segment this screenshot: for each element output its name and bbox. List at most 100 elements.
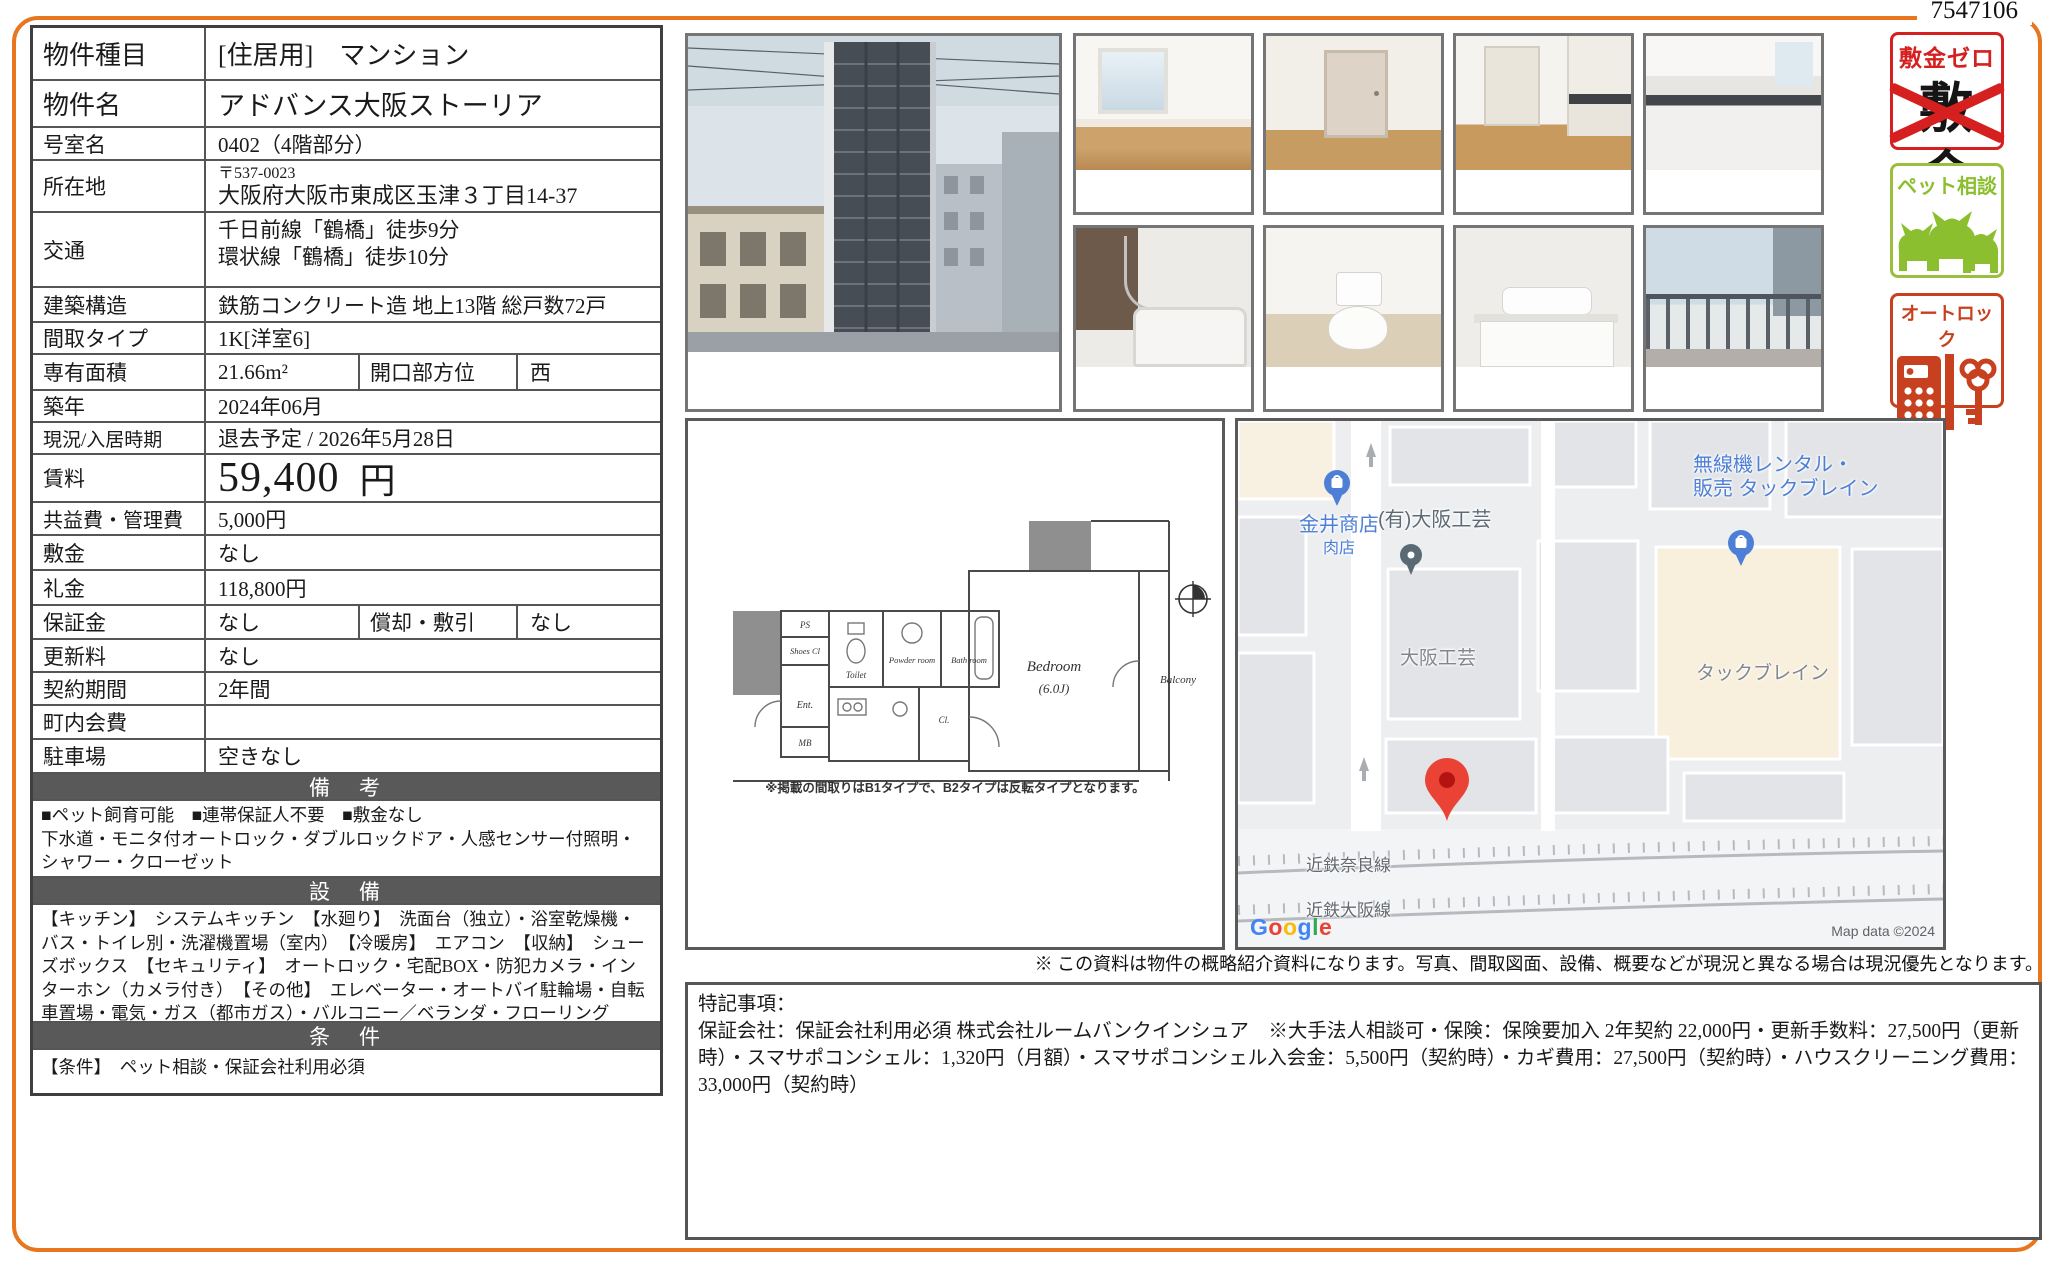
row-label: 号室名 [33, 128, 206, 159]
table-row-transport: 交通 千日前線「鶴橋」徒歩9分 環状線「鶴橋」徒歩10分 [33, 213, 660, 288]
balcony-floor-shape [1646, 349, 1821, 367]
property-info-table: 物件種目 [住居用] マンション 物件名 アドバンス大阪ストーリア 号室名 04… [30, 25, 663, 1096]
empty-room-art [1076, 36, 1251, 170]
table-row-area: 専有面積 21.66m² 開口部方位 西 [33, 355, 660, 391]
room-label: Toilet [846, 670, 867, 680]
cabinet-shape [1567, 36, 1631, 136]
row-label: 共益費・管理費 [33, 503, 206, 534]
map-label-railway-nara: 近鉄奈良線 [1306, 851, 1391, 876]
floorplan-drawing: PS Shoes Cl Ent. MB Toilet Powder room B… [688, 421, 1222, 947]
amortization-value: なし [518, 606, 660, 638]
photo-balcony-view [1643, 225, 1824, 412]
railing-shape [1646, 294, 1821, 349]
badge-pet-title: ペット相談 [1893, 170, 2001, 199]
table-row-address: 所在地 〒537-0023 大阪府大阪市東成区玉津３丁目14-37 [33, 161, 660, 213]
row-value: [住居用] マンション [206, 28, 660, 79]
row-label: 物件名 [33, 81, 206, 126]
door-shape [1324, 50, 1388, 138]
window-shape [1775, 42, 1813, 86]
poi-name-line2: 販売 タックブレイン [1693, 477, 1879, 501]
balcony-art [1646, 228, 1821, 367]
kitchen-corridor-art [1456, 36, 1631, 170]
disclaimer-note: ※ この資料は物件の概略紹介資料になります。写真、間取図面、設備、概要などが現況… [1035, 950, 2043, 976]
dogs-icon [1895, 201, 1999, 275]
table-row-rent: 賃料 59,400 円 [33, 455, 660, 503]
table-row-renewal-fee: 更新料 なし [33, 640, 660, 673]
document-number: 7547106 [1917, 0, 2033, 25]
row-label: 駐車場 [33, 740, 206, 772]
row-label: 礼金 [33, 571, 206, 604]
hallway-art [1266, 36, 1441, 170]
toilet-bowl-shape [1328, 306, 1388, 350]
row-label: 専有面積 [33, 355, 206, 389]
special-notes-body: 保証会社：保証会社利用必須 株式会社ルームバンクインシュア ※大手法人相談可・保… [698, 1018, 2029, 1099]
guarantee-value: なし [206, 606, 358, 638]
section-notes-body: ■ペット飼育可能 ■連帯保証人不要 ■敷金なし 下水道・モニタ付オートロック・ダ… [33, 801, 660, 878]
badge-no-deposit-title: 敷金ゼロ [1893, 39, 2001, 73]
row-label: 現況/入居時期 [33, 423, 206, 453]
photo-bathroom [1073, 225, 1254, 412]
row-value: 2024年06月 [206, 391, 660, 421]
special-notes-box: 特記事項： 保証会社：保証会社利用必須 株式会社ルームバンクインシュア ※大手法… [685, 982, 2042, 1240]
room-label: Cl. [939, 715, 950, 725]
table-row-town-fee: 町内会費 [33, 706, 660, 740]
area-value: 21.66m² [206, 355, 358, 389]
window-shape [1098, 48, 1168, 114]
property-name: アドバンス大阪ストーリア [206, 81, 660, 126]
map-label-musenki: 無線機レンタル・ 販売 タックブレイン [1693, 453, 1879, 501]
photo-kitchen [1643, 33, 1824, 215]
row-value: なし [206, 640, 660, 671]
section-header-conditions: 条 件 [33, 1023, 660, 1050]
table-row-built-year: 築年 2024年06月 [33, 391, 660, 423]
row-label: 所在地 [33, 161, 206, 211]
row-label: 賃料 [33, 455, 206, 501]
row-value: 2年間 [206, 673, 660, 704]
special-notes-title: 特記事項： [698, 991, 2029, 1018]
floorplan-note: ※掲載の間取りはB1タイプで、B2タイプは反転タイプとなります。 [698, 777, 1212, 796]
map-label-osaka-kogei-yu: (有)大阪工芸 [1378, 503, 1491, 532]
photo-hallway-door [1263, 33, 1444, 215]
poi-subtitle: 肉店 [1284, 537, 1394, 561]
key-icon [1962, 361, 1994, 389]
room-label: Bath room [951, 655, 987, 665]
address-text: 大阪府大阪市東成区玉津３丁目14-37 [218, 183, 577, 208]
section-equipment-body: 【キッチン】 システムキッチン 【水廻り】 洗面台（独立）・浴室乾燥機・バス・ト… [33, 905, 660, 1023]
section-header-equipment: 設 備 [33, 878, 660, 905]
row-label: 敷金 [33, 536, 206, 569]
notes-line-1: ■ペット飼育可能 ■連帯保証人不要 ■敷金なし [41, 804, 652, 828]
row-value: 1K[洋室6] [206, 323, 660, 353]
room-label: Bedroom [1027, 659, 1082, 675]
row-value: なし [206, 536, 660, 569]
poi-name-line1: 無線機レンタル・ [1693, 453, 1879, 477]
rent-cell: 59,400 円 [206, 455, 660, 501]
table-row-property-name: 物件名 アドバンス大阪ストーリア [33, 81, 660, 128]
room-label: Balcony [1160, 674, 1196, 686]
row-value: 0402（4階部分） [206, 128, 660, 159]
vanity-shape [1480, 321, 1614, 367]
notes-line-2: 下水道・モニタ付オートロック・ダブルロックドア・人感センサー付照明・シャワー・ク… [41, 828, 652, 875]
row-value [206, 706, 660, 738]
google-logo: Google [1250, 914, 1332, 941]
table-row-common-fee: 共益費・管理費 5,000円 [33, 503, 660, 536]
row-label: 保証金 [33, 606, 206, 638]
door-shape [1484, 46, 1540, 126]
photo-toilet [1263, 225, 1444, 412]
rent-unit: 円 [360, 452, 396, 504]
row-label: 物件種目 [33, 28, 206, 79]
room-label: Ent. [796, 700, 813, 711]
postal-code: 〒537-0023 [218, 165, 295, 183]
row-label: 築年 [33, 391, 206, 421]
table-row-property-type: 物件種目 [住居用] マンション [33, 28, 660, 81]
row-value: 空きなし [206, 740, 660, 772]
table-row-layout-type: 間取タイプ 1K[洋室6] [33, 323, 660, 355]
table-row-parking: 駐車場 空きなし [33, 740, 660, 774]
opening-direction-value: 西 [518, 355, 660, 389]
badge-autolock-title: オートロック [1893, 300, 2001, 352]
washbasin-art [1456, 228, 1631, 367]
basin-shape [1502, 287, 1592, 315]
row-value: 千日前線「鶴橋」徒歩9分 環状線「鶴橋」徒歩10分 [206, 213, 660, 286]
row-value: 5,000円 [206, 503, 660, 534]
table-row-room-number: 号室名 0402（4階部分） [33, 128, 660, 161]
table-row-status: 現況/入居時期 退去予定 / 2026年5月28日 [33, 423, 660, 455]
room-label: MB [798, 738, 812, 748]
